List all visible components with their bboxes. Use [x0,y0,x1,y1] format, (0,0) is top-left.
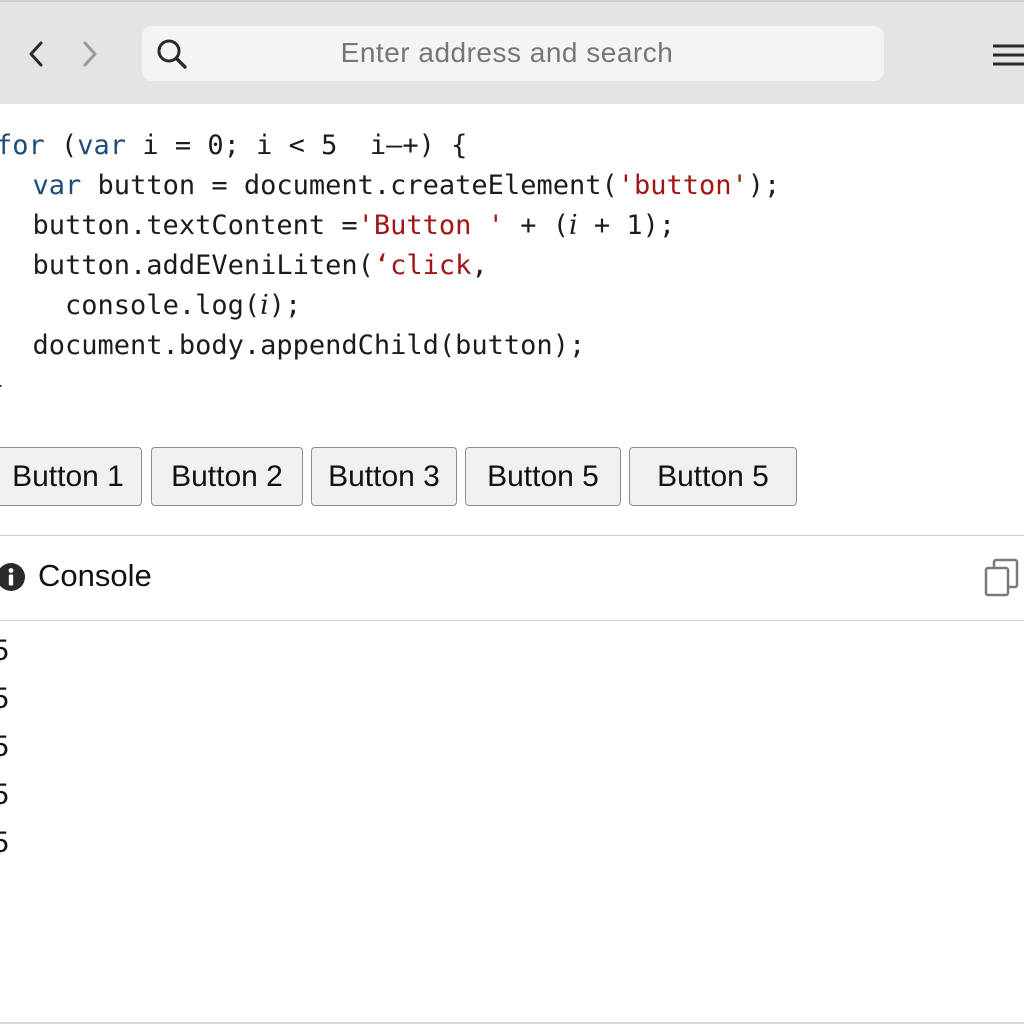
demo-button-3[interactable]: Button 3 [311,447,457,506]
demo-button-5[interactable]: Button 5 [629,447,797,506]
code-line: button.addEVeniLiten(‘click, [0,246,1024,286]
code-token: i [260,290,269,321]
console-line: 5 [0,778,9,811]
code-token: ‘click [373,250,472,281]
demo-button-2[interactable]: Button 2 [151,447,303,506]
console-line: 5 [0,682,9,715]
code-token: document.body.appendChild(button); [32,330,586,361]
button-row: Button 1 Button 2 Button 3 Button 5 Butt… [0,447,1024,507]
console-line: 5 [0,730,9,763]
code-token: ( [44,130,78,161]
code-token: var [77,130,127,161]
code-token: 'Button ' [357,210,504,241]
console-divider-bottom [0,620,1024,621]
code-token: button.textContent = [32,210,358,241]
code-token: + 1); [577,210,676,241]
chevron-left-icon [29,41,43,67]
back-button[interactable] [18,36,54,72]
address-input[interactable] [202,32,812,74]
code-line: document.body.appendChild(button); [0,326,1024,366]
console-title: Console [38,558,152,593]
demo-button-1[interactable]: Button 1 [0,447,142,506]
browser-window: for (var i = 0; i < 5 i–+) { var button … [0,0,1024,1024]
address-bar[interactable] [142,26,884,81]
forward-button[interactable] [72,36,108,72]
code-token: + ( [503,210,569,241]
code-token: console.log( [65,290,261,321]
code-line: console.log(i); [0,286,1024,326]
code-token: button = document.createElement( [81,170,618,201]
code-block: for (var i = 0; i < 5 i–+) { var button … [0,126,1024,406]
code-token: button.addEVeniLiten( [32,250,374,281]
code-token: for [0,130,45,161]
hamburger-menu-icon [993,44,1024,66]
code-line: } [0,366,1012,406]
code-line: var button = document.createElement('but… [0,166,1024,206]
search-icon [156,38,188,70]
console-line: 5 [0,634,9,667]
menu-button[interactable] [990,40,1024,70]
demo-button-4[interactable]: Button 5 [465,447,621,506]
code-token: , [471,250,488,281]
code-token: } [0,370,4,401]
code-token: ); [747,170,781,201]
code-token: 'button' [617,170,748,201]
code-line: button.textContent ='Button ' + (i + 1); [0,206,1024,246]
console-output: 5 5 5 5 5 [0,630,992,870]
console-line: 5 [0,826,9,859]
browser-toolbar [0,0,1024,104]
code-token: i [568,210,578,241]
code-token: var [32,170,82,201]
chevron-right-icon [83,41,97,67]
code-token: i = 0; i < 5 i–+) { [126,130,468,161]
info-icon [0,563,25,591]
copy-icon[interactable] [984,558,1020,598]
code-token: ); [268,290,302,321]
console-header: Console [0,536,1024,620]
code-line: for (var i = 0; i < 5 i–+) { [0,126,1020,166]
